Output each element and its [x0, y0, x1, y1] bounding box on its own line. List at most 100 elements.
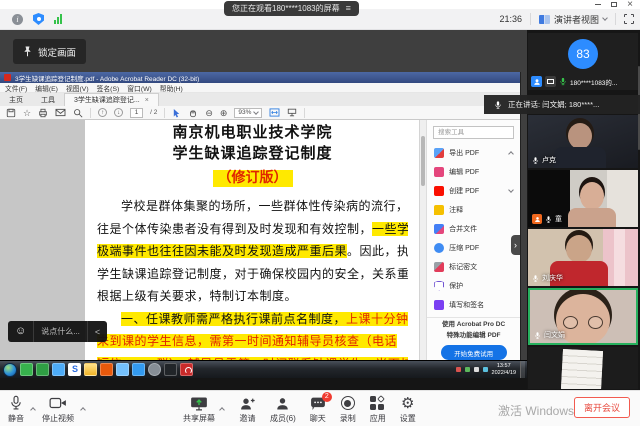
lock-screen-button[interactable]: 锁定画面 [13, 39, 86, 64]
zoom-out-icon[interactable]: ⊖ [205, 108, 213, 118]
tool-item-redact[interactable]: 标记密文 [427, 257, 520, 276]
tool-item-combine-files[interactable]: 合并文件 [427, 219, 520, 238]
zoom-level-select[interactable]: 93% [234, 108, 262, 118]
tool-item-fill-sign[interactable]: 填写和签名 [427, 295, 520, 314]
acrobat-taskbar-icon[interactable] [180, 363, 193, 376]
free-trial-button[interactable]: 开始免费试用 [441, 345, 507, 360]
menu-help[interactable]: 帮助(H) [160, 83, 183, 93]
combine-files-icon [434, 224, 444, 234]
print-icon[interactable] [38, 108, 48, 118]
star-icon[interactable]: ☆ [23, 108, 31, 118]
hand-tool-icon[interactable] [188, 108, 198, 118]
email-icon[interactable] [55, 108, 66, 117]
tool-item-export-pdf[interactable]: 导出 PDF [427, 143, 520, 162]
start-button-icon[interactable] [3, 363, 17, 377]
tab-tools[interactable]: 工具 [32, 93, 64, 106]
chat-button[interactable]: 2 聊天 [310, 395, 326, 424]
qq-taskbar-icon[interactable] [116, 363, 129, 376]
video-options-caret[interactable] [80, 394, 86, 424]
tool-item-protect[interactable]: 保护 [427, 276, 520, 295]
acrobat-window: 3学生缺课追踪登记制度.pdf - Adobe Acrobat Reader D… [0, 72, 521, 360]
menu-window[interactable]: 窗口(W) [127, 83, 152, 93]
export-pdf-icon [434, 148, 444, 158]
folder-taskbar-icon[interactable] [84, 363, 97, 376]
maximize-button[interactable] [606, 0, 622, 9]
tray-icon[interactable] [483, 367, 488, 372]
menu-view[interactable]: 视图(V) [66, 83, 89, 93]
tool-item-create-pdf[interactable]: 创建 PDF [427, 181, 520, 200]
chevron-down-icon [508, 187, 514, 193]
participant-tile[interactable]: 卢克 [528, 115, 638, 168]
tool-item-compress-pdf[interactable]: 压缩 PDF [427, 238, 520, 257]
emoji-icon[interactable]: ☺ [8, 321, 33, 342]
invite-button[interactable]: 邀请 [239, 395, 256, 424]
save-icon[interactable] [6, 108, 16, 118]
view-mode-button[interactable]: 演讲者视图 [539, 13, 607, 26]
close-button[interactable]: × [622, 0, 638, 9]
pill-collapse-button[interactable]: < [88, 321, 107, 342]
player-taskbar-icon[interactable] [164, 363, 177, 376]
settings-button[interactable]: ⚙ 设置 [400, 395, 416, 424]
search-icon[interactable] [73, 108, 83, 118]
apps-button[interactable]: 应用 [370, 395, 386, 424]
mic-icon [532, 274, 539, 283]
participant-tile[interactable]: 童 [528, 170, 638, 227]
powerpoint-taskbar-icon[interactable] [100, 363, 113, 376]
fit-width-icon[interactable] [269, 108, 280, 117]
members-button[interactable]: 成员(6) [270, 395, 296, 424]
tab-home[interactable]: 主页 [0, 93, 32, 106]
menu-edit[interactable]: 编辑(E) [35, 83, 58, 93]
show-desktop-button[interactable] [520, 361, 525, 379]
ie-taskbar-icon[interactable] [20, 363, 33, 376]
tray-icon[interactable] [474, 367, 479, 372]
stop-video-button[interactable]: 停止视频 [42, 395, 74, 424]
share-screen-button[interactable]: 共享屏幕 [183, 395, 215, 424]
security-shield-icon[interactable] [33, 13, 44, 25]
page-down-icon[interactable]: ↓ [114, 108, 123, 117]
page-up-icon[interactable]: ↑ [98, 108, 107, 117]
sogou-taskbar-icon[interactable] [68, 363, 81, 376]
meeting-window: 您正在观看180****1083的屏幕 ≡ × i 21:36 演讲者视图 [0, 0, 640, 426]
doc-line: 南京机电职业技术学院 [97, 123, 408, 144]
leave-meeting-button[interactable]: 离开会议 [574, 397, 630, 418]
pin-icon [23, 46, 32, 57]
protect-icon [434, 281, 444, 291]
tool-item-comment[interactable]: 注释 [427, 200, 520, 219]
record-button[interactable]: 录制 [340, 395, 356, 424]
participant-tile-active-speaker[interactable]: 闫文娟 [528, 288, 638, 345]
tool-item-edit-pdf[interactable]: 编辑 PDF [427, 162, 520, 181]
quick-chat-input[interactable]: 说点什么... [34, 321, 87, 342]
zoom-in-icon[interactable]: ⊕ [220, 108, 228, 118]
view-mode-label: 演讲者视图 [554, 13, 599, 26]
tool-item-label: 编辑 PDF [449, 167, 479, 177]
mute-options-caret[interactable] [30, 394, 36, 424]
pdf-scrollbar[interactable] [419, 120, 426, 360]
disc-taskbar-icon[interactable] [148, 363, 161, 376]
media-taskbar-icon[interactable] [36, 363, 49, 376]
tab-close-icon[interactable]: × [145, 97, 149, 104]
fullscreen-icon[interactable] [624, 14, 634, 24]
reading-mode-icon[interactable] [287, 108, 297, 117]
minimize-button[interactable] [590, 0, 606, 9]
mic-icon [545, 215, 552, 224]
notes-taskbar-icon[interactable] [52, 363, 65, 376]
network-signal-icon [54, 14, 62, 24]
meeting-info-icon[interactable]: i [12, 14, 23, 25]
tray-icon[interactable] [465, 367, 470, 372]
menu-file[interactable]: 文件(F) [5, 83, 27, 93]
participant-tile[interactable]: 刘庆华 [528, 229, 638, 286]
share-options-caret[interactable] [219, 394, 225, 424]
screen-share-tile[interactable]: 83 180****1083的... [528, 33, 638, 90]
menu-sign[interactable]: 签名(S) [97, 83, 120, 93]
select-tool-icon[interactable] [172, 108, 181, 118]
tray-icon[interactable] [456, 367, 461, 372]
panel-collapse-button[interactable]: › [511, 235, 520, 255]
page-number-input[interactable]: 1 [130, 108, 143, 118]
mail-taskbar-icon[interactable] [132, 363, 145, 376]
tab-document[interactable]: 3学生缺课追踪登记... × [64, 93, 159, 106]
person-plus-icon [239, 396, 256, 411]
mute-button[interactable]: 静音 [8, 395, 24, 424]
banner-menu-icon[interactable]: ≡ [346, 4, 351, 13]
tools-search-input[interactable]: 搜索工具 [433, 126, 514, 139]
participant-tile[interactable] [528, 347, 638, 389]
